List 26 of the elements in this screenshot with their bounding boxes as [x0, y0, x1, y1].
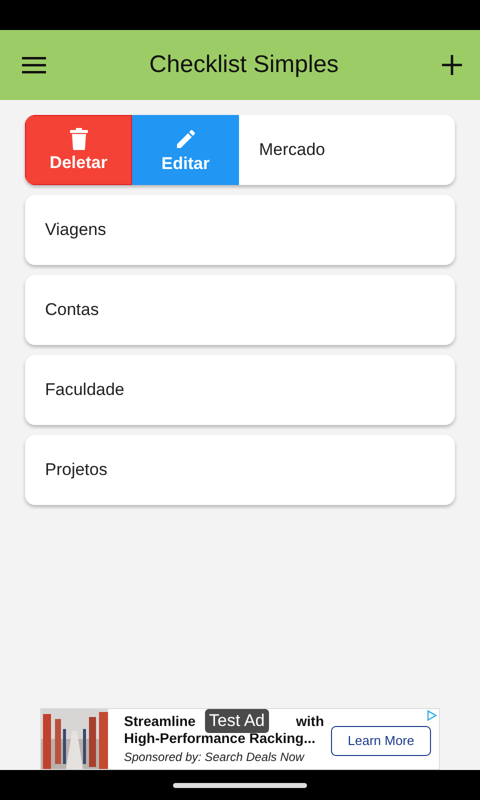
- delete-button[interactable]: Deletar: [25, 115, 132, 185]
- add-button[interactable]: [442, 55, 462, 75]
- list-title: Projetos: [44, 459, 108, 482]
- list-card[interactable]: Projetos: [25, 435, 455, 505]
- ad-sponsor: Sponsored by: Search Deals Now: [124, 748, 306, 766]
- trash-icon: [70, 128, 88, 150]
- ad-choices-icon: [427, 710, 437, 721]
- list-card[interactable]: Viagens: [25, 195, 455, 265]
- list-card[interactable]: Deletar Editar Mercado: [25, 115, 455, 185]
- list-card[interactable]: Faculdade: [25, 355, 455, 425]
- list-title: Viagens: [44, 219, 106, 242]
- test-ad-badge: Test Ad: [205, 709, 269, 733]
- list-title: Mercado: [258, 139, 326, 162]
- ad-banner[interactable]: Streamline with High-Performance Racking... Sponsored by: Search Deals Now Learn More Test Ad: [40, 708, 440, 770]
- list-title: Contas: [44, 299, 99, 322]
- menu-icon: [22, 56, 46, 74]
- ad-headline: with: [296, 712, 324, 730]
- list-title: Faculdade: [44, 379, 124, 402]
- menu-button[interactable]: [22, 56, 46, 74]
- learn-more-button[interactable]: Learn More: [331, 726, 431, 756]
- plus-icon: [442, 55, 462, 75]
- home-indicator[interactable]: [173, 782, 307, 788]
- ad-headline: Streamline: [124, 712, 196, 730]
- ad-headline: High-Performance Racking...: [124, 730, 316, 748]
- list-card[interactable]: Contas: [25, 275, 455, 345]
- app-title: Checklist Simples: [149, 50, 339, 80]
